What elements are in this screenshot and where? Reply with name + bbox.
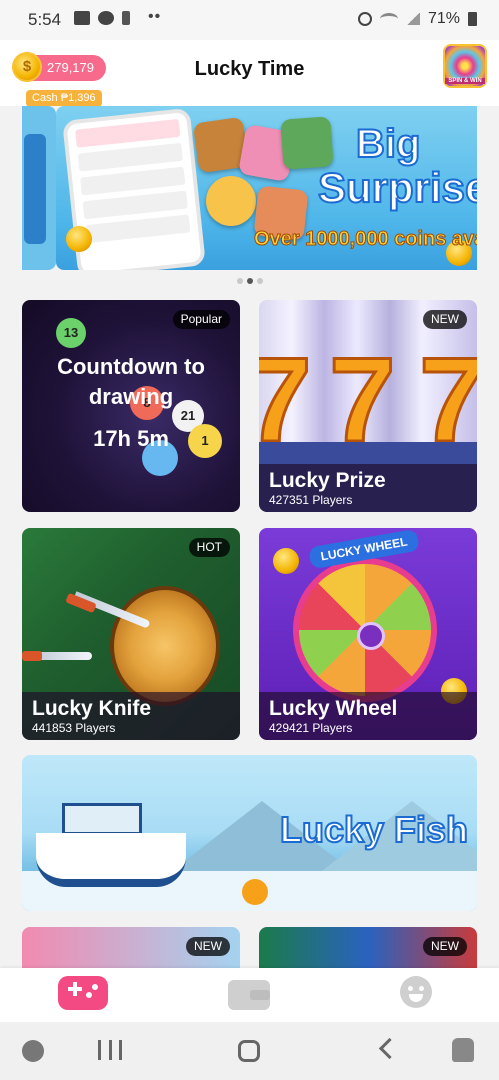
banner-headline-1: Big (355, 122, 421, 166)
card-footer: Lucky Prize 427351 Players (259, 464, 477, 512)
carousel-dot-active (246, 278, 253, 284)
download-notification-icon (122, 11, 130, 25)
card-badge: HOT (188, 538, 230, 557)
phone-graphic (24, 134, 46, 244)
card-footer: Lucky Knife 441853 Players (22, 692, 240, 740)
back-button[interactable] (378, 1037, 401, 1060)
notification-icons (74, 11, 130, 25)
accessibility-icon[interactable] (452, 1038, 474, 1062)
game-tools-icon[interactable] (22, 1040, 44, 1062)
banner-headline-2: Surprise (317, 164, 477, 211)
boat-graphic (36, 833, 186, 887)
banner-slide[interactable]: Big Surprise Over 1000,000 coins availa (56, 106, 477, 270)
carousel-dot (256, 278, 263, 284)
battery-icon (468, 12, 477, 26)
card-footer: Lucky Wheel 429421 Players (259, 692, 477, 740)
wallet-icon[interactable] (228, 980, 270, 1010)
carousel-dot (236, 278, 243, 284)
cash-balance[interactable]: Cash ₱1,396 (26, 90, 102, 107)
battery-percent: 71% (427, 10, 460, 27)
log-target-graphic (110, 586, 220, 706)
banner-subtitle: Over 1000,000 coins availa (254, 228, 477, 251)
game-card-countdown[interactable]: 13 21 1 8 Countdown to drawing 17h 5m Po… (22, 300, 240, 512)
game-name: Lucky Prize (269, 469, 386, 492)
signal-icon (405, 13, 420, 25)
system-status: 71% (357, 10, 477, 28)
status-bar: 5:54 •• 71% (0, 0, 499, 40)
status-time: 5:54 (28, 10, 62, 29)
game-thumbnail (206, 176, 256, 226)
boat-cabin-graphic (62, 803, 142, 835)
game-name: Lucky Fish (279, 808, 469, 851)
coin-graphic (273, 548, 299, 574)
game-name: Lucky Knife (32, 697, 152, 720)
recent-apps-button[interactable] (98, 1040, 122, 1060)
fish-graphic (242, 879, 268, 905)
alarm-icon (357, 12, 372, 26)
app-header: $ 279,179 Cash ₱1,396 Lucky Time SPIN & … (0, 40, 499, 107)
card-badge: NEW (423, 937, 467, 956)
countdown-headline: Countdown to drawing (57, 354, 205, 409)
card-badge: NEW (423, 310, 467, 329)
system-navigation-bar (0, 1022, 499, 1080)
card-badge: Popular (172, 310, 230, 329)
game-card-lucky-fish[interactable]: Lucky Fish (22, 755, 477, 911)
card-badge: NEW (186, 937, 230, 956)
gamepad-icon[interactable] (58, 976, 108, 1010)
messenger-notification-icon (98, 11, 114, 25)
gallery-notification-icon (74, 11, 90, 25)
game-card-lucky-wheel[interactable]: LUCKY WHEEL Lucky Wheel 429421 Players (259, 528, 477, 740)
coin-graphic (66, 226, 92, 252)
bottom-navigation (0, 968, 499, 1022)
more-notifications-icon: •• (148, 8, 162, 25)
spin-and-win-button[interactable]: SPIN & WIN (443, 44, 487, 88)
player-count: 429421 Players (269, 721, 353, 735)
home-button[interactable] (238, 1040, 260, 1062)
player-count: 427351 Players (269, 493, 353, 507)
game-name: Lucky Wheel (269, 697, 398, 720)
page-title: Lucky Time (194, 58, 305, 80)
lottery-ball: 13 (56, 318, 86, 348)
prize-wheel-graphic (293, 558, 437, 702)
game-thumbnail (280, 116, 334, 170)
banner-carousel[interactable]: Big Surprise Over 1000,000 coins availa (0, 106, 499, 296)
knife-handle-graphic (22, 651, 42, 661)
player-count: 441853 Players (32, 721, 116, 735)
carousel-indicator (0, 278, 499, 284)
banner-previous-slide[interactable] (22, 106, 56, 270)
game-card-lucky-knife[interactable]: Lucky Knife 441853 Players HOT (22, 528, 240, 740)
spin-and-win-label: SPIN & WIN (445, 78, 485, 84)
wheel-center (357, 622, 385, 650)
face-icon[interactable] (400, 976, 432, 1008)
game-card-lucky-prize[interactable]: 7 7 7 Lucky Prize 427351 Players NEW (259, 300, 477, 512)
countdown-timer: 17h 5m (93, 426, 169, 451)
wifi-icon (379, 13, 398, 25)
